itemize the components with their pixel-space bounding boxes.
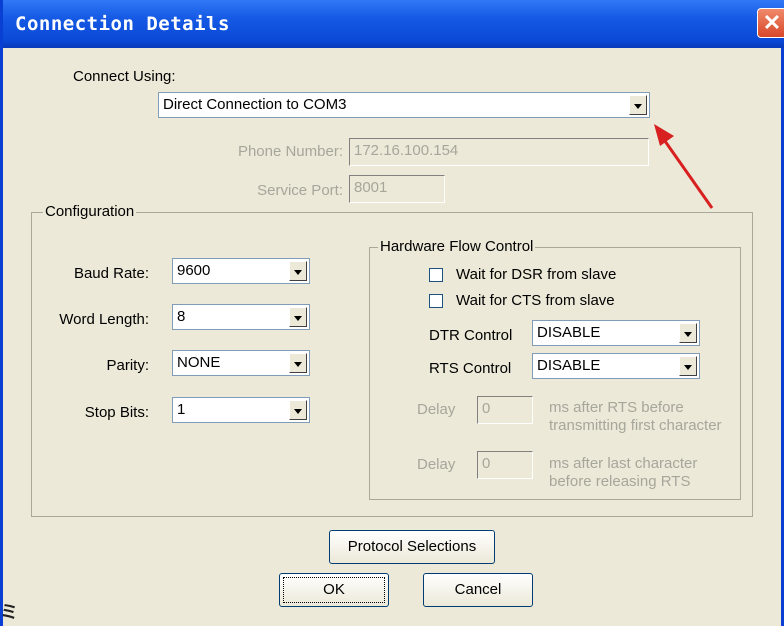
dtr-control-label: DTR Control (429, 327, 513, 344)
cancel-button[interactable]: Cancel (423, 573, 533, 607)
word-length-label: Word Length: (59, 311, 149, 328)
baud-rate-select[interactable]: 9600 (172, 258, 310, 284)
delay-rts-field: 0 (477, 396, 533, 424)
wait-cts-label: Wait for CTS from slave (456, 292, 615, 309)
delay-last-desc-2: before releasing RTS (549, 473, 691, 490)
chevron-down-icon[interactable] (289, 400, 307, 420)
window-title: Connection Details (15, 13, 230, 35)
connect-using-value: Direct Connection to COM3 (163, 96, 347, 113)
delay-rts-label: Delay (417, 401, 456, 418)
word-length-value: 8 (177, 308, 186, 325)
phone-number-label: Phone Number: (237, 143, 343, 160)
service-port-label: Service Port: (257, 182, 343, 199)
delay-last-value: 0 (482, 455, 491, 472)
chevron-down-icon[interactable] (289, 353, 307, 373)
connect-using-label: Connect Using: (73, 68, 176, 85)
close-icon[interactable]: ✕ (757, 8, 784, 38)
delay-last-field: 0 (477, 451, 533, 479)
residue-glyph: ミ (0, 602, 18, 622)
baud-rate-label: Baud Rate: (73, 265, 149, 282)
ok-button[interactable]: OK (279, 573, 389, 607)
parity-select[interactable]: NONE (172, 350, 310, 376)
title-bar[interactable]: Connection Details (3, 0, 784, 48)
stop-bits-select[interactable]: 1 (172, 397, 310, 423)
delay-last-label: Delay (417, 456, 456, 473)
chevron-down-icon[interactable] (629, 95, 647, 115)
delay-rts-desc-1: ms after RTS before (549, 399, 684, 416)
chevron-down-icon[interactable] (289, 261, 307, 281)
phone-number-value: 172.16.100.154 (354, 142, 459, 159)
dtr-control-value: DISABLE (537, 324, 601, 341)
configuration-legend: Configuration (43, 203, 137, 220)
connection-details-dialog: Connection Details ✕ Connect Using: Dire… (0, 0, 784, 626)
chevron-down-icon[interactable] (679, 356, 697, 376)
stop-bits-label: Stop Bits: (84, 404, 149, 421)
connect-using-select[interactable]: Direct Connection to COM3 (158, 92, 650, 118)
protocol-selections-button[interactable]: Protocol Selections (329, 530, 495, 564)
delay-rts-desc-2: transmitting first character (549, 417, 722, 434)
phone-number-field: 172.16.100.154 (349, 138, 649, 166)
stop-bits-value: 1 (177, 401, 186, 418)
service-port-value: 8001 (354, 179, 388, 196)
wait-cts-checkbox[interactable] (429, 294, 443, 308)
delay-rts-value: 0 (482, 400, 491, 417)
baud-rate-value: 9600 (177, 262, 211, 279)
parity-value: NONE (177, 354, 221, 371)
dtr-control-select[interactable]: DISABLE (532, 320, 700, 346)
chevron-down-icon[interactable] (679, 323, 697, 343)
red-arrow-annotation (654, 124, 714, 209)
service-port-field: 8001 (349, 175, 445, 203)
parity-label: Parity: (106, 357, 149, 374)
rts-control-label: RTS Control (429, 360, 512, 377)
rts-control-value: DISABLE (537, 357, 601, 374)
wait-dsr-label: Wait for DSR from slave (456, 266, 617, 283)
focus-rect (283, 577, 385, 603)
wait-dsr-checkbox[interactable] (429, 268, 443, 282)
hardware-flow-control-legend: Hardware Flow Control (378, 238, 536, 255)
delay-last-desc-1: ms after last character (549, 455, 698, 472)
rts-control-select[interactable]: DISABLE (532, 353, 700, 379)
word-length-select[interactable]: 8 (172, 304, 310, 330)
chevron-down-icon[interactable] (289, 307, 307, 327)
